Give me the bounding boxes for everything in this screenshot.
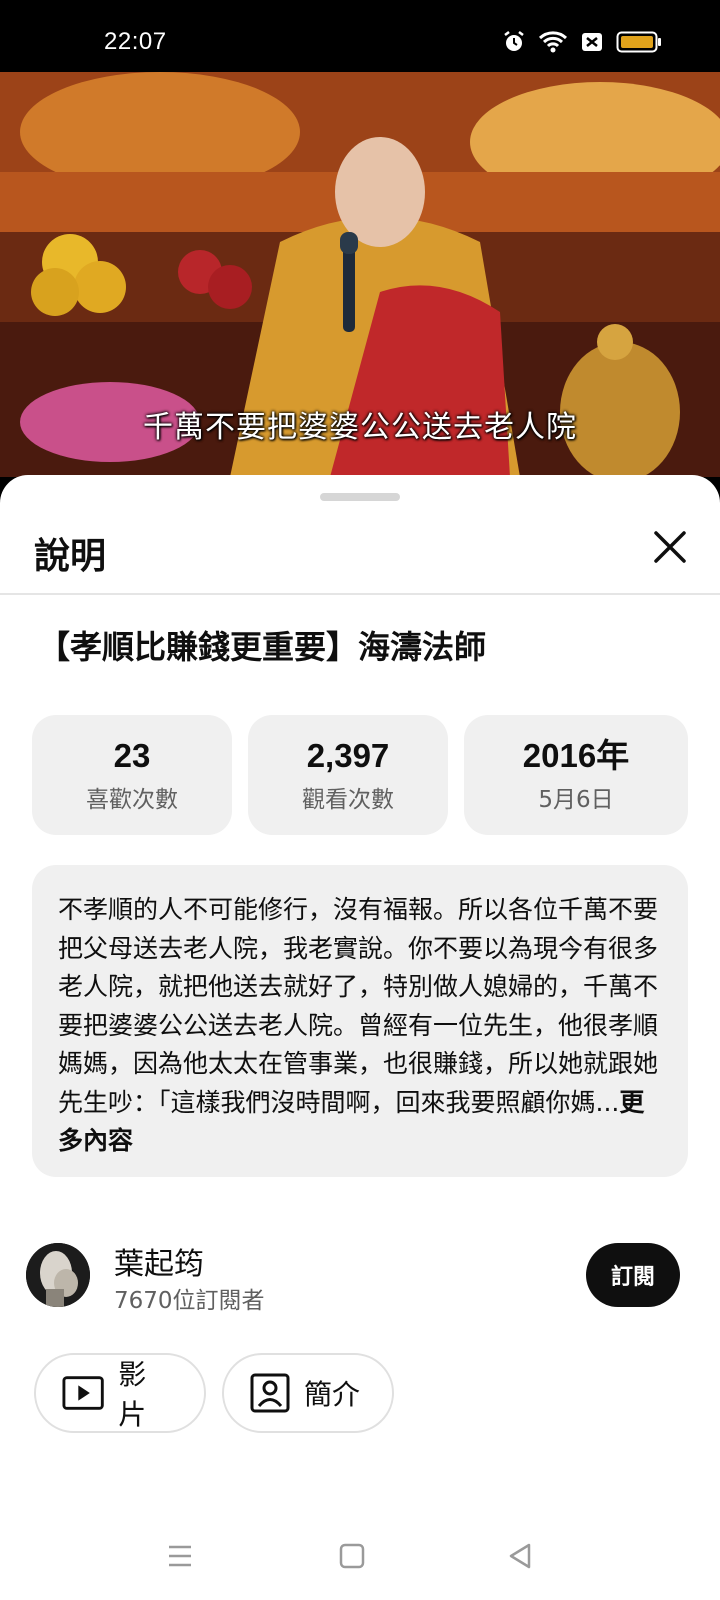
about-chip[interactable]: 簡介 bbox=[222, 1353, 394, 1433]
about-chip-label: 簡介 bbox=[304, 1378, 361, 1411]
video-play-icon bbox=[62, 1376, 104, 1410]
videos-chip[interactable]: 影片 bbox=[34, 1353, 206, 1433]
close-icon bbox=[654, 531, 686, 563]
alarm-icon bbox=[502, 30, 526, 58]
subscribe-button[interactable]: 訂閱 bbox=[586, 1243, 680, 1307]
wifi-icon bbox=[538, 30, 568, 58]
likes-stat: 23 喜歡次數 bbox=[32, 715, 232, 835]
system-nav-bar bbox=[0, 1510, 720, 1600]
channel-row[interactable]: 葉起筠 7670位訂閱者 訂閱 bbox=[0, 1235, 720, 1315]
views-stat: 2,397 觀看次數 bbox=[248, 715, 448, 835]
videos-chip-label: 影片 bbox=[118, 1358, 147, 1431]
sheet-title: 說明 bbox=[34, 536, 107, 577]
description-body: 不孝順的人不可能修行，沒有福報。所以各位千萬不要把父母送去老人院，我老實說。你不… bbox=[58, 895, 659, 1117]
likes-count: 23 bbox=[113, 737, 151, 774]
sim-off-icon bbox=[580, 30, 604, 58]
avatar[interactable] bbox=[26, 1243, 90, 1307]
sheet-header: 說明 bbox=[0, 511, 720, 595]
description-text: 不孝順的人不可能修行，沒有福報。所以各位千萬不要把父母送去老人院，我老實說。你不… bbox=[58, 891, 662, 1161]
channel-name[interactable]: 葉起筠 bbox=[114, 1239, 204, 1283]
home-square-icon bbox=[339, 1543, 365, 1569]
battery-icon bbox=[616, 30, 662, 58]
channel-chips: 影片 簡介 bbox=[34, 1353, 394, 1433]
upload-year: 2016年 bbox=[522, 737, 630, 774]
status-time: 22:07 bbox=[104, 28, 167, 55]
upload-date: 5月6日 bbox=[538, 787, 614, 813]
menu-icon bbox=[169, 1545, 191, 1567]
video-title: 【孝順比賺錢更重要】海濤法師 bbox=[38, 628, 487, 666]
status-bar: 22:07 bbox=[0, 0, 720, 72]
likes-label: 喜歡次數 bbox=[86, 787, 178, 813]
video-subtitle: 千萬不要把婆婆公公送去老人院 bbox=[143, 410, 577, 445]
back-triangle-icon bbox=[509, 1543, 531, 1569]
home-button[interactable] bbox=[332, 1536, 372, 1576]
video-player[interactable]: 千萬不要把婆婆公公送去老人院 bbox=[0, 72, 720, 477]
views-count: 2,397 bbox=[306, 737, 390, 774]
description-box[interactable]: 不孝順的人不可能修行，沒有福報。所以各位千萬不要把父母送去老人院，我老實說。你不… bbox=[32, 865, 688, 1177]
menu-button[interactable] bbox=[160, 1536, 200, 1576]
drag-handle[interactable] bbox=[320, 493, 400, 501]
date-stat: 2016年 5月6日 bbox=[464, 715, 688, 835]
status-icons bbox=[502, 30, 662, 58]
description-sheet: 說明 【孝順比賺錢更重要】海濤法師 23 喜歡次數 2,397 觀看次數 201… bbox=[0, 475, 720, 1600]
stats-row: 23 喜歡次數 2,397 觀看次數 2016年 5月6日 bbox=[32, 715, 688, 835]
close-button[interactable] bbox=[648, 525, 692, 569]
subscriber-count: 7670位訂閱者 bbox=[114, 1288, 265, 1314]
profile-icon bbox=[250, 1373, 290, 1413]
views-label: 觀看次數 bbox=[302, 787, 394, 813]
back-button[interactable] bbox=[500, 1536, 540, 1576]
